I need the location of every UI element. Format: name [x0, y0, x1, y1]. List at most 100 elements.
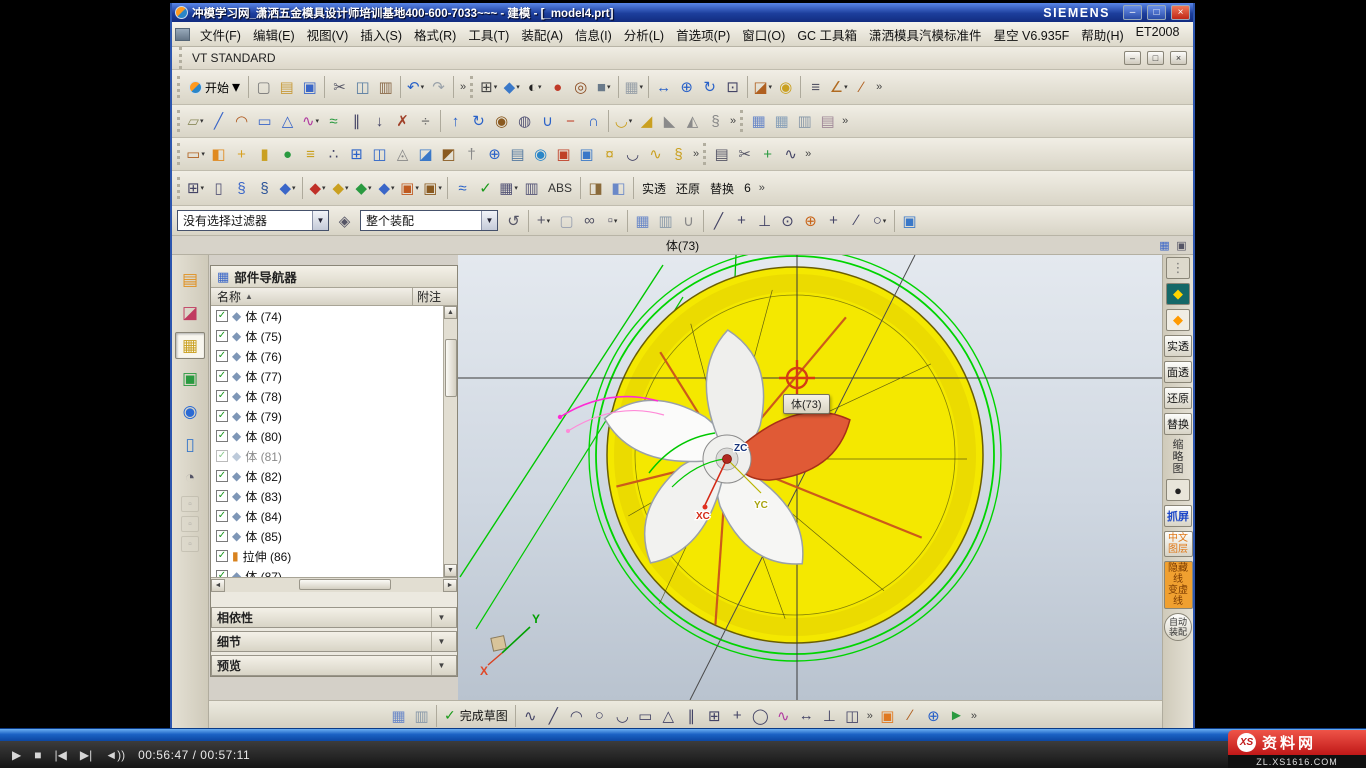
cue-grid-icon[interactable]: ▦ [1156, 238, 1173, 253]
datum-plane-icon[interactable]: ▱▾ [184, 109, 207, 133]
task-sketch-icon[interactable]: ◧ [207, 142, 230, 166]
dim-sk-icon[interactable]: ↔ [795, 704, 818, 728]
scroll-left-icon[interactable]: ◄ [211, 579, 225, 592]
save-icon[interactable]: ▣ [298, 75, 321, 99]
row-checkbox[interactable]: ✓ [216, 510, 228, 522]
display-mode-icon[interactable]: ⊞▾ [477, 75, 500, 99]
line-sk-icon[interactable]: ╱ [542, 704, 565, 728]
menu-item-14[interactable]: 帮助(H) [1075, 22, 1129, 47]
rotate-view-icon[interactable]: ↻ [698, 75, 721, 99]
chevron-down-icon[interactable]: ▼ [431, 608, 451, 627]
menu-item-9[interactable]: 首选项(P) [670, 22, 736, 47]
zoom-window-icon[interactable]: ⊞▾ [184, 176, 207, 200]
row-checkbox[interactable]: ✓ [216, 530, 228, 542]
wcs-origin[interactable] [723, 455, 732, 464]
section-details[interactable]: 细节 ▼ [211, 631, 457, 652]
menu-item-10[interactable]: 窗口(O) [736, 22, 791, 47]
snap-menu-icon[interactable]: +▾ [532, 209, 555, 233]
navigator-row[interactable]: ✓◆体 (75) [211, 326, 443, 346]
edit-pen-icon[interactable]: ∕ [899, 704, 922, 728]
snap-tangent-icon[interactable]: ○▾ [868, 209, 891, 233]
macro-diamond-icon[interactable]: ◆ [1166, 283, 1190, 305]
chinese-layer-button[interactable]: 中文图层 [1164, 531, 1193, 557]
menu-item-12[interactable]: 潇洒模具汽模标准件 [863, 22, 988, 47]
chevron-down-icon[interactable]: ▼ [431, 632, 451, 651]
navigator-header[interactable]: ▦ 部件导航器 [211, 266, 457, 288]
vertical-scrollbar[interactable]: ▲ ▼ [443, 306, 457, 577]
delete-face-icon[interactable]: ▤ [816, 109, 839, 133]
sphere-icon[interactable]: ● [276, 142, 299, 166]
datum-csys-icon[interactable]: + [230, 142, 253, 166]
solid-translucent-button[interactable]: 实透 [1164, 335, 1192, 357]
minimize-button[interactable]: – [1123, 5, 1142, 20]
thumbnail-button[interactable]: 缩略图 [1170, 439, 1186, 475]
menu-item-7[interactable]: 信息(I) [569, 22, 618, 47]
toolbar-overflow-chevron[interactable]: » [759, 182, 765, 194]
row-checkbox[interactable]: ✓ [216, 310, 228, 322]
mold-tool2-icon[interactable]: ▣▾ [421, 176, 444, 200]
helix-icon[interactable]: § [667, 142, 690, 166]
wireframe-icon[interactable]: ◎ [569, 75, 592, 99]
video-progress-bar[interactable] [0, 728, 1366, 741]
pattern-sk-icon[interactable]: ⊞ [703, 704, 726, 728]
mold-icons-icon[interactable]: ◨ [584, 176, 607, 200]
scroll-right-icon[interactable]: ► [443, 579, 457, 592]
toolbar-overflow-chevron[interactable]: » [805, 148, 811, 160]
part-navigator-tab-icon[interactable]: ▦ [175, 332, 205, 359]
child-close-button[interactable]: × [1170, 51, 1187, 65]
navigator-row[interactable]: ✓◆体 (81) [211, 446, 443, 466]
navigator-row[interactable]: ✓◆体 (84) [211, 506, 443, 526]
toolbar-overflow-chevron[interactable]: » [842, 115, 848, 127]
law-curve-icon[interactable]: ∿ [644, 142, 667, 166]
move-face-icon[interactable]: ▦ [747, 109, 770, 133]
draft-icon[interactable]: ◣ [658, 109, 681, 133]
trim-sheet-icon[interactable]: ✂ [733, 142, 756, 166]
clip-a-icon[interactable]: § [230, 176, 253, 200]
next-button[interactable]: ▶| [80, 748, 92, 762]
cut-icon[interactable]: ✂ [328, 75, 351, 99]
pan-icon[interactable]: ↔ [652, 75, 675, 99]
horizontal-scrollbar[interactable]: ◄ ► [211, 578, 457, 592]
snapshot-icon[interactable]: ◉ [774, 75, 797, 99]
navigator-row[interactable]: ✓◆体 (78) [211, 386, 443, 406]
ellipse-sk-icon[interactable]: ◯ [749, 704, 772, 728]
clip-b-icon[interactable]: § [253, 176, 276, 200]
paste-icon[interactable]: ▥ [374, 75, 397, 99]
hidden-line-dashed-button[interactable]: 隐藏线变虚线 [1164, 561, 1193, 609]
extrude-icon[interactable]: ↑ [444, 109, 467, 133]
print-icon[interactable]: ▤ [710, 142, 733, 166]
navigator-row[interactable]: ✓◆体 (85) [211, 526, 443, 546]
menu-item-3[interactable]: 插入(S) [354, 22, 408, 47]
menu-item-15[interactable]: ET2008 [1130, 22, 1186, 47]
chevron-down-icon[interactable]: ▼ [431, 656, 451, 675]
background-icon[interactable]: ▦▾ [622, 75, 645, 99]
scroll-up-icon[interactable]: ▲ [444, 306, 457, 319]
toolbar-grip[interactable] [177, 110, 180, 132]
gem-gold-icon[interactable]: ◆▾ [329, 176, 352, 200]
chamfer-icon[interactable]: ◢ [635, 109, 658, 133]
history-tab-icon[interactable]: ▯ [175, 431, 205, 458]
cylinder-icon[interactable]: ▮ [253, 142, 276, 166]
annotation-icon[interactable]: ∕ [850, 75, 873, 99]
toolbar-grip[interactable] [177, 76, 180, 98]
table-tool-icon[interactable]: ▦▾ [497, 176, 520, 200]
solid-translucent-label[interactable]: 实透 [637, 177, 671, 200]
row-checkbox[interactable]: ✓ [216, 550, 228, 562]
close-button[interactable]: × [1171, 5, 1190, 20]
toolbar-overflow-chevron[interactable]: » [876, 81, 882, 93]
arc-sk-icon[interactable]: ◠ [565, 704, 588, 728]
system-clock-tab-icon[interactable]: ◔ [175, 464, 205, 491]
highlight-filter-icon[interactable]: ◈ [333, 209, 356, 233]
open-file-icon[interactable]: ▤ [275, 75, 298, 99]
volume-button[interactable]: ◄)) [105, 748, 125, 762]
restore-button[interactable]: □ [1147, 5, 1166, 20]
snap-line-icon[interactable]: ╱ [707, 209, 730, 233]
assembly-navigator-tab-icon[interactable]: ▤ [175, 266, 205, 293]
navigator-row[interactable]: ✓▮拉伸 (86) [211, 546, 443, 566]
extend-sheet-icon[interactable]: + [756, 142, 779, 166]
trim-body-icon[interactable]: ◪ [414, 142, 437, 166]
arc-tool-icon[interactable]: ◡ [621, 142, 644, 166]
instance-geometry-icon[interactable]: ◬ [391, 142, 414, 166]
copy-icon[interactable]: ◫ [351, 75, 374, 99]
toolbar-overflow-chevron[interactable]: » [971, 710, 977, 722]
